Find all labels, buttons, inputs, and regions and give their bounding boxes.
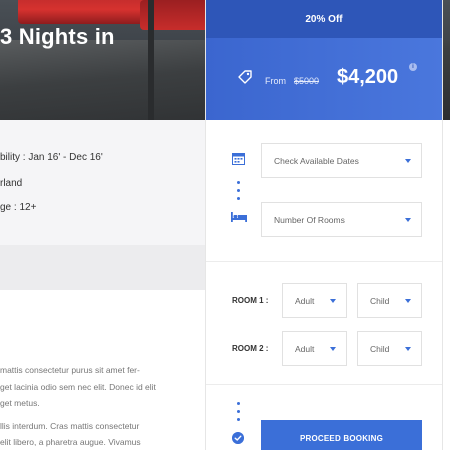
number-of-rooms-select[interactable]: Number Of Rooms: [261, 202, 422, 237]
chevron-down-icon: [405, 299, 411, 303]
age-text: ge : 12+: [0, 202, 37, 213]
tour-description: mattis consectetur purus sit amet fer- g…: [0, 362, 205, 450]
tour-details: bility : Jan 16' - Dec 16' rland ge : 12…: [0, 120, 205, 245]
hero-image-post: [148, 0, 154, 120]
room-2-label: ROOM 2 :: [232, 344, 269, 353]
room-1-child-value: Child: [370, 295, 390, 306]
description-line: mattis consectetur purus sit amet fer-: [0, 365, 140, 375]
divider: [206, 384, 442, 385]
proceed-booking-button[interactable]: PROCEED BOOKING: [261, 420, 422, 450]
calendar-icon: [232, 153, 245, 165]
tabs-band: [0, 245, 205, 290]
room-2-adult-value: Adult: [295, 343, 315, 354]
info-icon[interactable]: i: [409, 63, 417, 71]
price-box: From $5000 $4,200 i: [206, 38, 442, 120]
connector-dots: [237, 181, 240, 205]
room-2-child-value: Child: [370, 343, 390, 354]
new-price: $4,200: [337, 66, 399, 88]
room-1-adult-select[interactable]: Adult: [282, 283, 347, 318]
bed-icon: [231, 212, 247, 222]
divider: [206, 261, 442, 262]
room-2-adult-select[interactable]: Adult: [282, 331, 347, 366]
room-1-child-select[interactable]: Child: [357, 283, 422, 318]
chevron-down-icon: [405, 159, 411, 163]
price-from-label: From: [265, 76, 286, 86]
tour-title: 3 Nights in: [0, 24, 115, 49]
booking-panel: 20% Off From $5000 $4,200 i Check Availa…: [205, 0, 443, 450]
chevron-down-icon: [330, 299, 336, 303]
room-1-label: ROOM 1 :: [232, 296, 269, 305]
discount-banner: 20% Off: [206, 0, 442, 38]
available-dates-select[interactable]: Check Available Dates: [261, 143, 422, 178]
description-line: get lacinia odio sem nec elit. Donec id …: [0, 381, 156, 392]
description-line: get metus.: [0, 398, 40, 408]
old-price: $5000: [294, 76, 320, 86]
tag-icon: [238, 70, 252, 84]
available-dates-select-value: Check Available Dates: [274, 155, 359, 166]
room-1-adult-value: Adult: [295, 295, 315, 306]
check-circle-icon: [232, 432, 244, 444]
availability-text: bility : Jan 16' - Dec 16': [0, 152, 103, 163]
chevron-down-icon: [405, 347, 411, 351]
description-line: elit libero, a pharetra augue. Vivamus: [0, 437, 141, 447]
chevron-down-icon: [405, 218, 411, 222]
description-line: llis interdum. Cras mattis consectetur: [0, 420, 140, 431]
chevron-down-icon: [330, 347, 336, 351]
room-2-child-select[interactable]: Child: [357, 331, 422, 366]
connector-dots: [237, 402, 240, 426]
number-of-rooms-select-value: Number Of Rooms: [274, 214, 345, 225]
location-text: rland: [0, 178, 23, 189]
